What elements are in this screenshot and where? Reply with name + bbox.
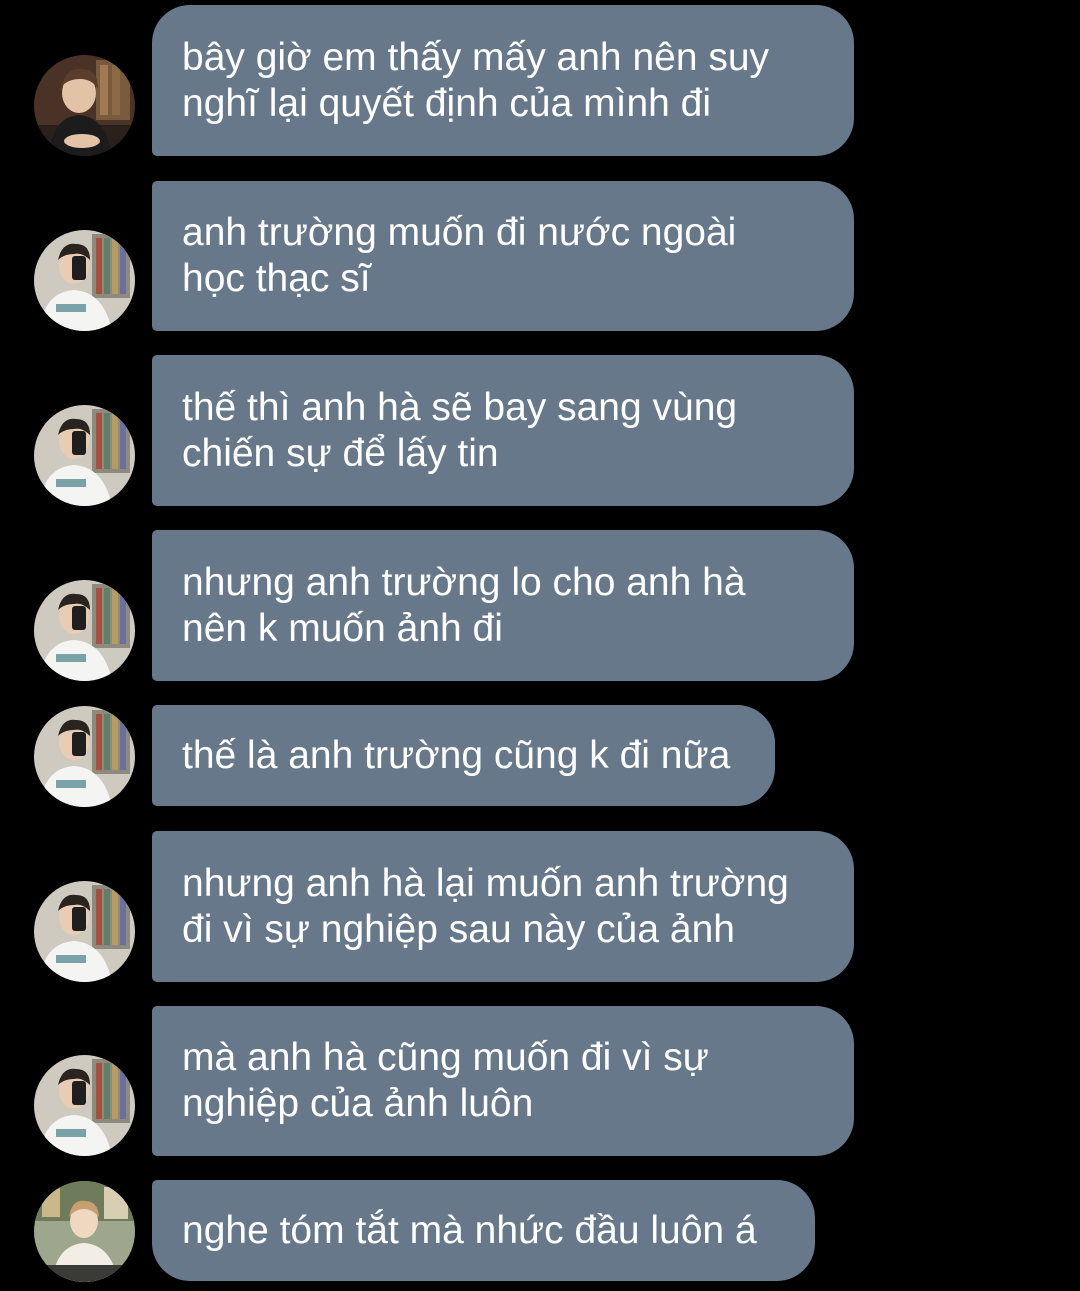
message-text: mà anh hà cũng muốn đi vì sự nghiệp của … [182,1035,709,1127]
message-line: bây giờ em thấy mấy anh nên suy [182,35,770,79]
avatar[interactable] [34,580,135,681]
avatar[interactable] [34,1055,135,1156]
avatar-photo-b-icon [34,1055,135,1156]
message-line: học thạc sĩ [182,257,371,300]
message-text: nghe tóm tắt mà nhức đầu luôn á [182,1208,757,1254]
message-bubble[interactable]: anh trường muốn đi nước ngoài học thạc s… [152,181,854,331]
message-bubble[interactable]: thế thì anh hà sẽ bay sang vùng chiến sự… [152,355,854,506]
message-bubble[interactable]: nghe tóm tắt mà nhức đầu luôn á [152,1180,815,1281]
message-bubble[interactable]: thế là anh trường cũng k đi nữa [152,705,775,806]
message-text: thế là anh trường cũng k đi nữa [182,733,730,779]
avatar-photo-b-icon [34,881,135,982]
message-text: bây giờ em thấy mấy anh nên suy nghĩ lại… [182,35,769,127]
message-line: chiến sự để lấy tin [182,431,499,475]
message-text: thế thì anh hà sẽ bay sang vùng chiến sự… [182,385,737,477]
avatar[interactable] [34,1181,135,1282]
avatar-photo-c-icon [34,1181,135,1282]
message-bubble[interactable]: bây giờ em thấy mấy anh nên suy nghĩ lại… [152,5,854,156]
avatar[interactable] [34,405,135,506]
message-line: nghĩ lại quyết định của mình đi [182,81,712,125]
message-line: nhưng anh hà lại muốn anh trường [182,861,789,905]
avatar-photo-b-icon [34,405,135,506]
avatar-photo-a-icon [34,55,135,156]
message-line: đi vì sự nghiệp sau này của ảnh [182,907,735,951]
message-line: anh trường muốn đi nước ngoài [182,211,737,254]
avatar[interactable] [34,55,135,156]
message-line: nhưng anh trường lo cho anh hà [182,560,746,604]
message-text: anh trường muốn đi nước ngoài học thạc s… [182,210,736,302]
message-line: thế thì anh hà sẽ bay sang vùng [182,385,738,429]
avatar-photo-b-icon [34,230,135,331]
message-line: mà anh hà cũng muốn đi vì sự [182,1036,709,1079]
avatar-photo-b-icon [34,706,135,807]
message-bubble[interactable]: nhưng anh hà lại muốn anh trường đi vì s… [152,831,854,982]
message-line: nên k muốn ảnh đi [182,606,503,650]
message-bubble[interactable]: mà anh hà cũng muốn đi vì sự nghiệp của … [152,1006,854,1156]
avatar[interactable] [34,230,135,331]
message-text: nhưng anh trường lo cho anh hà nên k muố… [182,560,746,652]
message-text: nhưng anh hà lại muốn anh trường đi vì s… [182,861,789,953]
avatar-photo-b-icon [34,580,135,681]
message-line: nghe tóm tắt mà nhức đầu luôn á [182,1208,757,1252]
message-line: thế là anh trường cũng k đi nữa [182,733,731,777]
message-bubble[interactable]: nhưng anh trường lo cho anh hà nên k muố… [152,530,854,681]
avatar[interactable] [34,706,135,807]
avatar[interactable] [34,881,135,982]
message-line: nghiệp của ảnh luôn [182,1082,534,1125]
